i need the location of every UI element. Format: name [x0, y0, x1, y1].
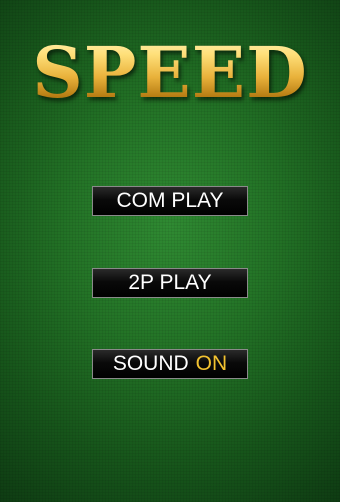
sound-toggle-button[interactable]: SOUND ON — [92, 349, 248, 379]
com-play-button[interactable]: COM PLAY — [92, 186, 248, 216]
sound-label: SOUND — [112, 352, 189, 375]
sound-state-value: ON — [195, 352, 228, 375]
two-player-play-button[interactable]: 2P PLAY — [92, 268, 248, 298]
two-player-play-label: 2P PLAY — [128, 271, 212, 294]
game-title: SPEED — [0, 30, 340, 116]
game-screen: SPEED COM PLAY 2P PLAY SOUND ON — [0, 0, 340, 502]
com-play-label: COM PLAY — [116, 189, 224, 212]
